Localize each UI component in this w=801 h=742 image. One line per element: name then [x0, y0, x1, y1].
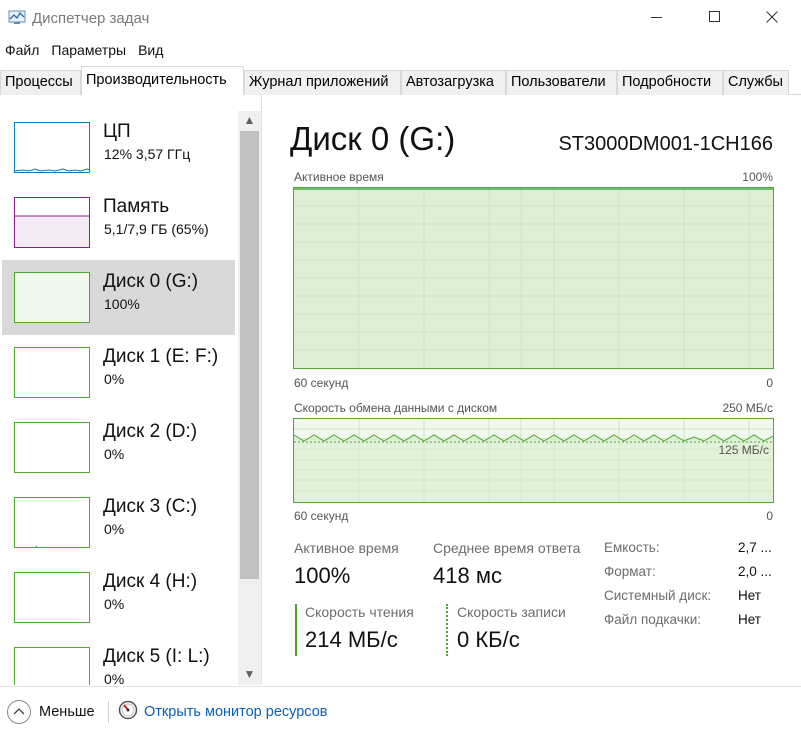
transfer-rate-graph: 125 МБ/с — [293, 418, 774, 503]
sidebar-item-value: 12% 3,57 ГГц — [104, 146, 191, 162]
menu-file[interactable]: Файл — [0, 40, 46, 62]
sidebar-item-value: 5,1/7,9 ГБ (65%) — [104, 221, 209, 237]
write-rate-value: 0 КБ/с — [457, 627, 520, 652]
memory-thumbnail-graph — [14, 197, 90, 248]
main-title: Диск 0 (G:) — [290, 120, 456, 157]
window-title: Диспетчер задач — [32, 10, 150, 27]
menu-view[interactable]: Вид — [133, 40, 170, 62]
graph1-max: 100% — [742, 170, 773, 184]
graph2-min: 0 — [766, 509, 773, 523]
sidebar-item-label: Диск 5 (I: L:) — [103, 646, 210, 667]
chevron-up-icon[interactable] — [7, 700, 31, 724]
sidebar-item-disk-5[interactable]: Диск 5 (I: L:) 0% — [2, 635, 235, 685]
sidebar-item-value: 0% — [104, 371, 125, 387]
write-rate-label: Скорость записи — [457, 604, 566, 620]
fewer-details-button[interactable]: Меньше — [39, 704, 95, 720]
disk-3-thumbnail-graph — [14, 497, 90, 548]
sidebar-item-label: Диск 3 (C:) — [103, 496, 198, 517]
response-time-value: 418 мс — [433, 563, 502, 588]
cpu-thumbnail-graph — [14, 122, 90, 173]
sidebar-item-disk-2[interactable]: Диск 2 (D:) 0% — [2, 410, 235, 485]
sidebar-item-disk-4[interactable]: Диск 4 (H:) 0% — [2, 560, 235, 635]
write-rate-indicator — [446, 604, 448, 656]
tab-users[interactable]: Пользователи — [506, 70, 617, 95]
sidebar-item-cpu[interactable]: ЦП 12% 3,57 ГГц — [2, 110, 235, 185]
resource-monitor-icon — [118, 700, 138, 720]
graph2-mid: 125 МБ/с — [718, 443, 769, 457]
page-file-value: Нет — [738, 612, 761, 627]
scrollbar-thumb[interactable] — [240, 131, 259, 579]
tab-processes[interactable]: Процессы — [0, 70, 81, 95]
open-resource-monitor-link[interactable]: Открыть монитор ресурсов — [144, 704, 327, 720]
graph1-time: 60 секунд — [294, 376, 349, 390]
system-disk-value: Нет — [738, 588, 761, 603]
title-bar: Диспетчер задач — [0, 0, 801, 38]
read-rate-indicator — [295, 604, 297, 656]
sidebar-item-disk-0[interactable]: Диск 0 (G:) 100% — [2, 260, 235, 335]
sidebar-item-memory[interactable]: Память 5,1/7,9 ГБ (65%) — [2, 185, 235, 260]
capacity-label: Емкость: — [604, 540, 660, 555]
footer-divider — [108, 701, 109, 723]
maximize-button[interactable] — [686, 0, 744, 38]
scroll-down-icon[interactable]: ▼ — [238, 665, 261, 683]
read-rate-value: 214 МБ/с — [305, 627, 398, 652]
maximize-icon — [709, 10, 721, 28]
format-label: Формат: — [604, 564, 656, 579]
active-time-label: Активное время — [294, 540, 399, 556]
format-value: 2,0 ... — [738, 564, 772, 579]
active-time-graph — [293, 187, 774, 369]
footer: Меньше Открыть монитор ресурсов — [0, 686, 801, 742]
tab-app-history[interactable]: Журнал приложений — [244, 70, 401, 95]
graph1-min: 0 — [766, 376, 773, 390]
response-time-label: Среднее время ответа — [433, 540, 581, 556]
tab-services[interactable]: Службы — [723, 70, 789, 95]
sidebar-item-label: Диск 2 (D:) — [103, 421, 198, 442]
read-rate-label: Скорость чтения — [305, 604, 414, 620]
close-icon — [766, 10, 778, 28]
sidebar-item-disk-3[interactable]: Диск 3 (C:) 0% — [2, 485, 235, 560]
sidebar-item-value: 0% — [104, 521, 125, 537]
sidebar-scrollbar[interactable]: ▲ ▼ — [238, 111, 261, 685]
tab-startup[interactable]: Автозагрузка — [401, 70, 506, 95]
tab-details[interactable]: Подробности — [617, 70, 723, 95]
tab-performance[interactable]: Производительность — [81, 66, 244, 96]
graph2-time: 60 секунд — [294, 509, 349, 523]
capacity-value: 2,7 ... — [738, 540, 772, 555]
disk-0-thumbnail-graph — [14, 272, 90, 323]
resource-list: ЦП 12% 3,57 ГГц Память 5,1/7,9 ГБ (65%) … — [0, 95, 262, 685]
disk-4-thumbnail-graph — [14, 572, 90, 623]
menu-bar: Файл Параметры Вид — [0, 40, 170, 62]
disk-1-thumbnail-graph — [14, 347, 90, 398]
graph2-label: Скорость обмена данными с диском — [294, 401, 498, 415]
system-disk-label: Системный диск: — [604, 588, 712, 603]
sidebar-item-disk-1[interactable]: Диск 1 (E: F:) 0% — [2, 335, 235, 410]
sidebar-item-label: Память — [103, 196, 170, 217]
graph2-max: 250 МБ/с — [722, 401, 773, 415]
menu-options[interactable]: Параметры — [46, 40, 133, 62]
minimize-button[interactable] — [628, 0, 686, 38]
scroll-up-icon[interactable]: ▲ — [238, 111, 261, 129]
sidebar-item-label: Диск 1 (E: F:) — [103, 346, 219, 367]
active-time-value: 100% — [294, 563, 351, 588]
graph1-label: Активное время — [294, 170, 384, 184]
disk-2-thumbnail-graph — [14, 422, 90, 473]
sidebar-item-label: Диск 0 (G:) — [103, 271, 199, 292]
minimize-icon — [651, 10, 663, 28]
disk-model: ST3000DM001-1CH166 — [558, 133, 773, 155]
sidebar-item-value: 0% — [104, 446, 125, 462]
tab-bar: Процессы Производительность Журнал прило… — [0, 66, 801, 96]
sidebar-item-value: 100% — [104, 296, 140, 312]
sidebar-item-label: Диск 4 (H:) — [103, 571, 198, 592]
sidebar-item-value: 0% — [104, 671, 125, 685]
sidebar-item-value: 0% — [104, 596, 125, 612]
page-file-label: Файл подкачки: — [604, 612, 701, 627]
task-manager-icon — [8, 10, 26, 26]
sidebar-item-label: ЦП — [103, 121, 131, 142]
disk-5-thumbnail-graph — [14, 647, 90, 685]
close-button[interactable] — [743, 0, 801, 38]
